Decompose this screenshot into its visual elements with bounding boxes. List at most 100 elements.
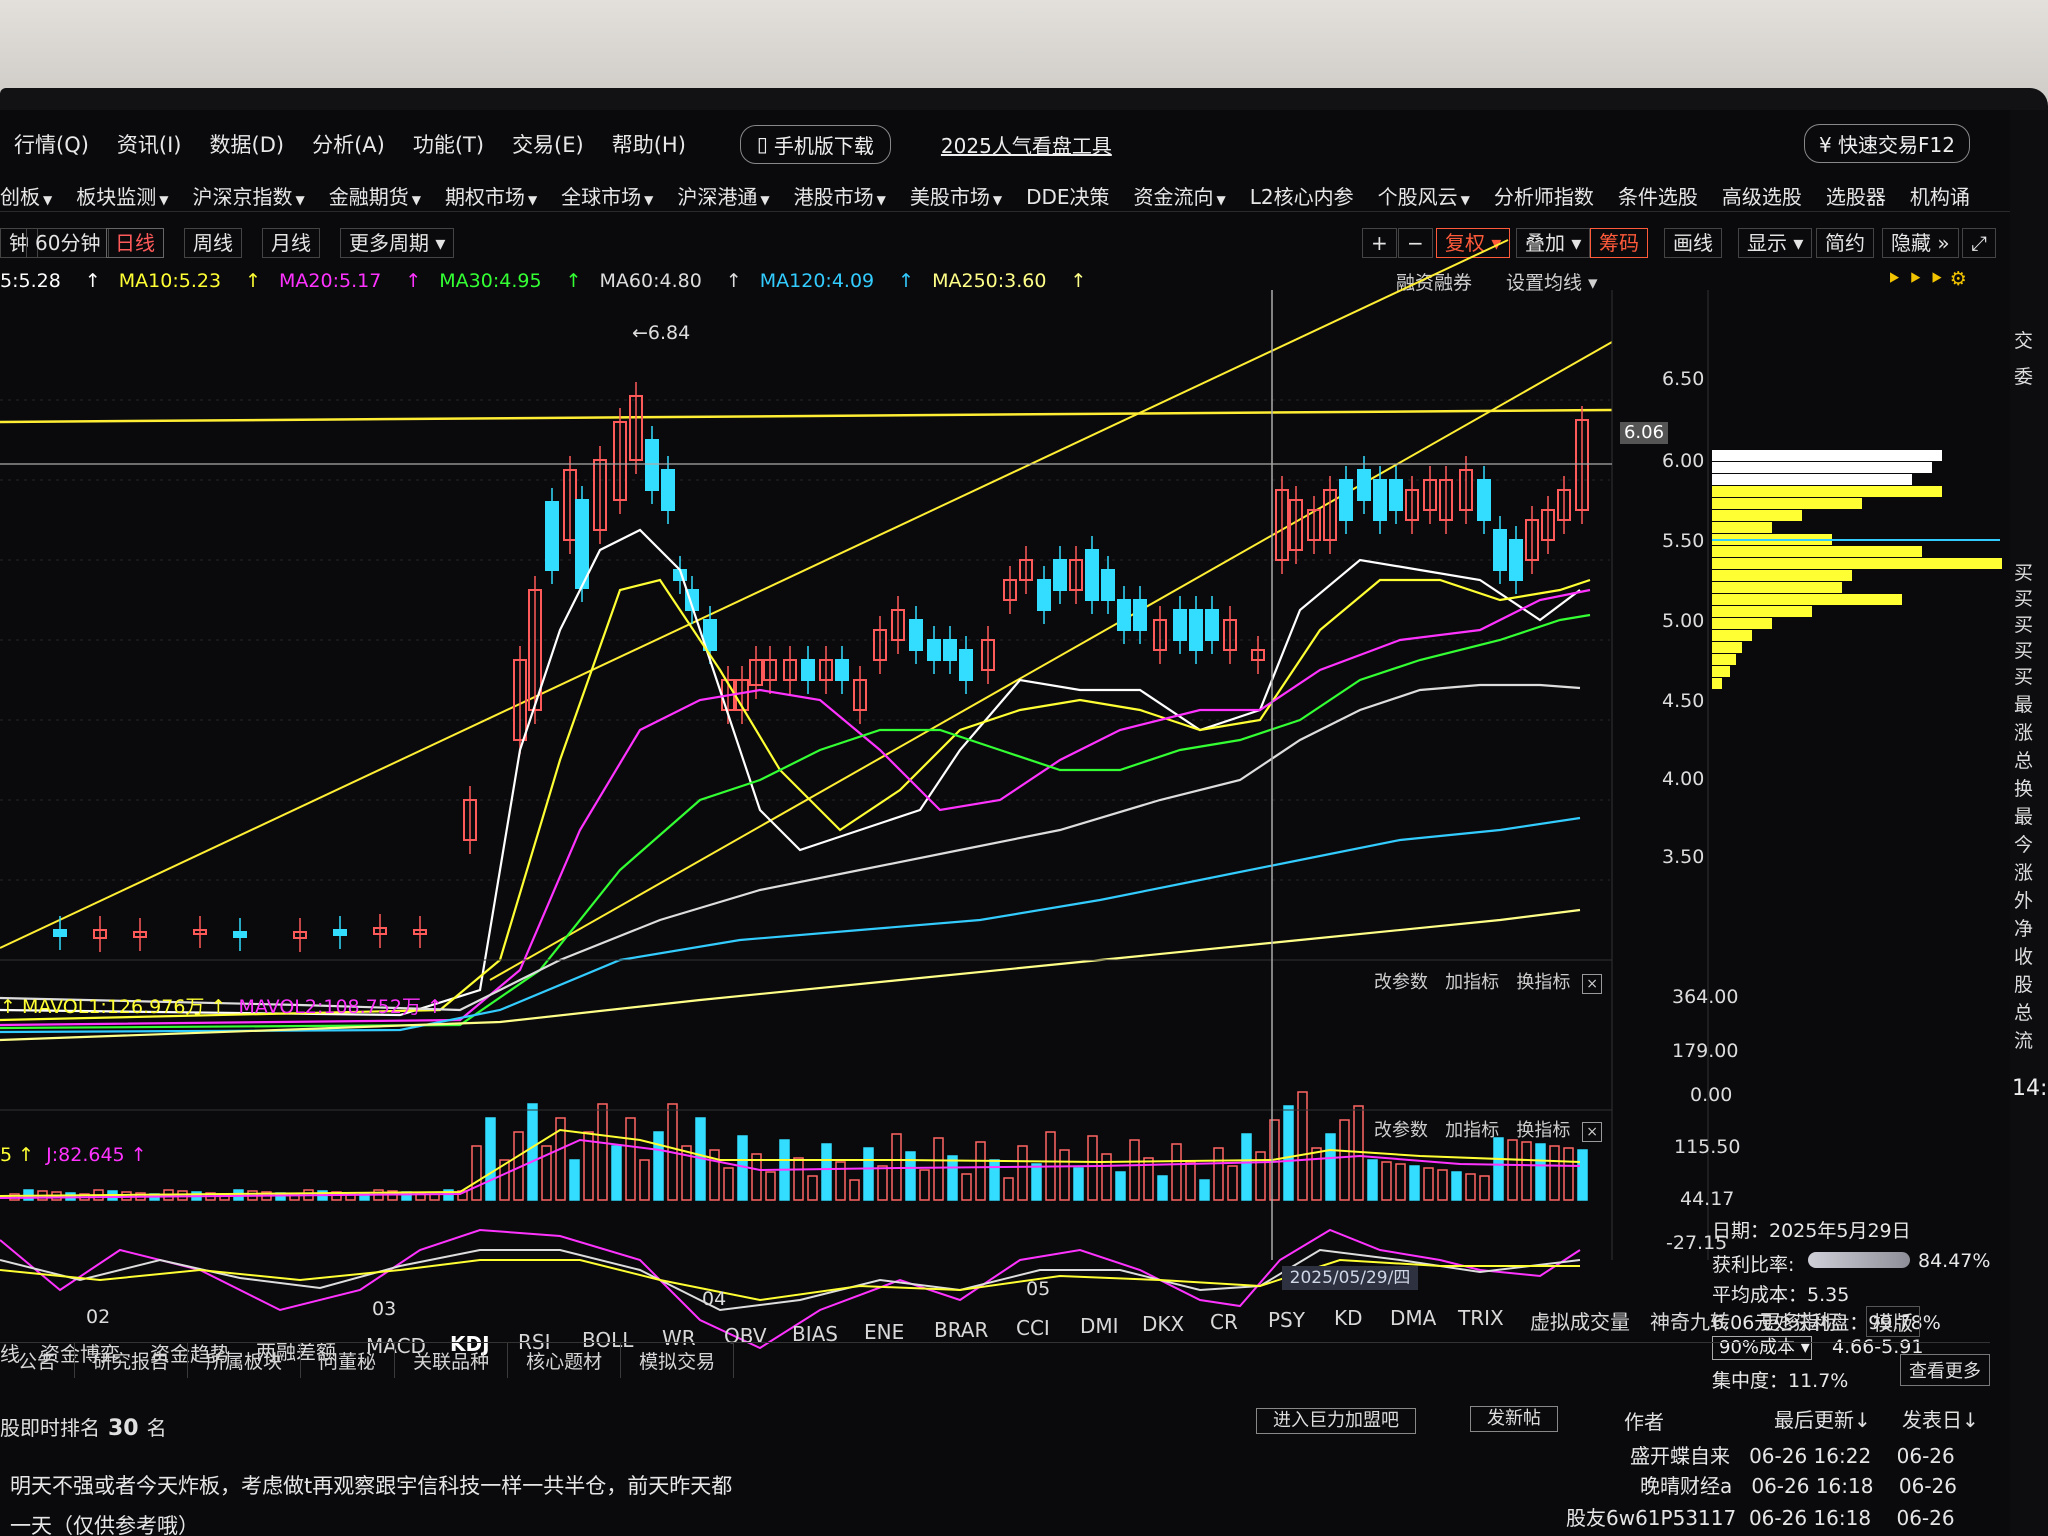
- quote-label: 今: [2014, 834, 2034, 856]
- volume-bar: [1339, 1119, 1350, 1201]
- col-last-updated[interactable]: 最后更新↓: [1774, 1404, 1871, 1433]
- post-row[interactable]: 盛开蝶自来 06-26 16:22 06-26: [1630, 1440, 1955, 1469]
- chip-bar: [1712, 498, 1862, 509]
- ma-line: [0, 908, 1581, 1042]
- ind-tab[interactable]: 虚拟成交量: [1530, 1306, 1630, 1335]
- quote-label: 最: [2014, 694, 2034, 716]
- volume-bar: [1535, 1143, 1546, 1201]
- change-params-link[interactable]: 改参数: [1374, 1120, 1428, 1141]
- volume-legend: ↑ MAVOL1:126.976万 ↑ MAVOL2:108.752万 ↑: [0, 992, 443, 1019]
- info-tab[interactable]: 核心题材: [508, 1343, 622, 1378]
- volume-bar: [947, 1155, 958, 1201]
- candle-body: [1509, 539, 1523, 581]
- change-params-link[interactable]: 改参数: [1374, 972, 1428, 993]
- chip-bar: [1712, 558, 2002, 569]
- candlesticks: [53, 382, 1589, 952]
- ind-tab[interactable]: TRIX: [1458, 1306, 1504, 1330]
- ind-tab[interactable]: CCI: [1016, 1316, 1050, 1340]
- add-indicator-link[interactable]: 加指标: [1445, 1120, 1499, 1141]
- ind-tab[interactable]: BRAR: [934, 1318, 988, 1342]
- chip-bar: [1712, 450, 1942, 461]
- post-updated: 06-26 16:18: [1748, 1506, 1872, 1530]
- ind-tab-template[interactable]: 模版: [1866, 1306, 1920, 1337]
- volume-bar: [807, 1175, 818, 1201]
- ind-tab[interactable]: CR: [1210, 1310, 1238, 1334]
- volume-bar: [1437, 1169, 1448, 1201]
- quote-label: 股: [2014, 974, 2034, 996]
- volume-bar: [1507, 1139, 1518, 1201]
- price-axis-label: 4.00: [1662, 768, 1705, 790]
- volume-bar: [639, 1159, 650, 1201]
- ind-tab[interactable]: PSY: [1268, 1308, 1305, 1332]
- trend-lines: [0, 239, 1613, 981]
- enter-forum-button[interactable]: 进入巨力加盟吧: [1256, 1408, 1416, 1434]
- volume-bar: [1395, 1163, 1406, 1201]
- volume-bar: [821, 1143, 832, 1201]
- volume-bar: [891, 1133, 902, 1201]
- mavol1-line: [0, 1128, 1581, 1197]
- volume-bar: [1367, 1159, 1378, 1201]
- close-icon[interactable]: ×: [1582, 1122, 1603, 1142]
- price-axis-label: 4.50: [1662, 690, 1705, 712]
- info-tab[interactable]: 问董秘: [301, 1343, 396, 1378]
- volume-bar: [863, 1147, 874, 1201]
- switch-indicator-link[interactable]: 换指标: [1516, 1120, 1570, 1141]
- volume-bar: [723, 1167, 734, 1201]
- ind-tab[interactable]: 更多指标: [1760, 1306, 1840, 1335]
- trend-line-lower: [489, 341, 1613, 981]
- quote-label: 外: [2014, 890, 2034, 912]
- post-content[interactable]: 明天不强或者今天炸板，考虑做t再观察跟宇信科技一样一共半仓，前天昨天都: [10, 1470, 732, 1500]
- trend-line-upper: [0, 239, 1509, 949]
- quote-label: 买: [2014, 588, 2034, 610]
- ind-tab[interactable]: KD: [1334, 1306, 1363, 1330]
- chip-bar: [1712, 666, 1730, 677]
- ma-line: [0, 528, 1581, 1017]
- close-icon[interactable]: ×: [1582, 974, 1603, 994]
- volume-bar: [1185, 1161, 1196, 1201]
- ind-tab[interactable]: DKX: [1142, 1312, 1184, 1336]
- info-tab[interactable]: 所属板块: [188, 1343, 302, 1378]
- switch-indicator-link[interactable]: 换指标: [1516, 972, 1570, 993]
- post-row[interactable]: 股友6w61P53117 06-26 16:18 06-26: [1566, 1502, 1955, 1531]
- info-tab[interactable]: 关联品种: [395, 1343, 509, 1378]
- volume-bar: [1241, 1133, 1252, 1201]
- stock-rank: 股即时排名 30 名: [0, 1412, 167, 1441]
- info-tab[interactable]: 研究报告: [75, 1343, 189, 1378]
- volume-bar: [1199, 1179, 1210, 1201]
- quote-label: 涨: [2014, 862, 2034, 884]
- chip-bar: [1712, 642, 1742, 653]
- candle-body: [661, 469, 675, 511]
- chip-bar: [1712, 522, 1772, 533]
- volume-bar: [653, 1131, 664, 1201]
- quote-label: 买: [2014, 614, 2034, 636]
- add-indicator-link[interactable]: 加指标: [1445, 972, 1499, 993]
- view-more-button[interactable]: 查看更多: [1900, 1354, 1990, 1386]
- post-content[interactable]: 一天（仅供参考哦）: [10, 1510, 199, 1536]
- volume-bar: [1297, 1091, 1308, 1201]
- info-tab[interactable]: 公告: [0, 1343, 76, 1378]
- high-price-marker: ←6.84: [632, 322, 691, 344]
- ind-tab[interactable]: DMA: [1390, 1306, 1436, 1330]
- new-post-button[interactable]: 发新帖: [1470, 1406, 1558, 1432]
- col-posted-date[interactable]: 发表日↓: [1902, 1404, 1979, 1433]
- volume-bar: [1521, 1141, 1532, 1201]
- rank-suffix: 名: [146, 1416, 167, 1440]
- candle-body: [1133, 599, 1147, 631]
- volume-bar: [527, 1103, 538, 1201]
- volume-bar: [849, 1179, 860, 1201]
- indicator-tabs: 线 资金博弈 资金趋势 两融差额 MACD KDJ RSI BOLL WR OB…: [0, 1296, 1990, 1366]
- candle-body: [1101, 569, 1115, 601]
- candle-body: [1477, 479, 1491, 521]
- info-tab[interactable]: 模拟交易: [621, 1343, 735, 1378]
- volume-bar: [611, 1145, 622, 1201]
- post-row[interactable]: 晚晴财经a 06-26 16:18 06-26: [1640, 1470, 1957, 1499]
- candle-body: [645, 439, 659, 491]
- candle-body: [1357, 469, 1371, 501]
- col-author[interactable]: 作者: [1624, 1406, 1664, 1435]
- panel-frames: [0, 290, 1709, 1260]
- date-cursor-label: 2025/05/29/四: [1282, 1266, 1418, 1290]
- ind-tab[interactable]: DMI: [1080, 1314, 1119, 1338]
- ind-tab[interactable]: ENE: [864, 1320, 904, 1344]
- ind-tab[interactable]: 神奇九转: [1650, 1306, 1730, 1335]
- volume-bar: [1325, 1133, 1336, 1201]
